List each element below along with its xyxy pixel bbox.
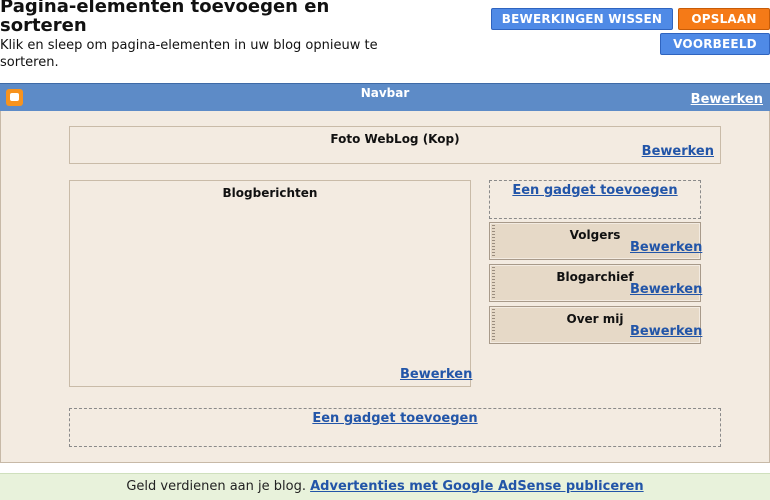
footer-add-gadget-link[interactable]: Een gadget toevoegen (69, 411, 721, 426)
clear-edits-button[interactable]: BEWERKINGEN WISSEN (491, 8, 673, 30)
adsense-message: Geld verdienen aan je blog. Advertenties… (0, 479, 770, 494)
navbar-title: Navbar (360, 86, 410, 100)
blog-posts-gadget[interactable] (69, 180, 471, 387)
page-subtitle: Klik en sleep om pagina-elementen in uw … (0, 38, 378, 70)
header-gadget-title: Foto WebLog (Kop) (330, 132, 460, 146)
blog-posts-edit-link[interactable]: Bewerken (400, 367, 472, 382)
header-gadget-edit-link[interactable]: Bewerken (642, 144, 714, 159)
page-title: Pagina-elementen toevoegen en sorteren (0, 0, 330, 36)
widget-blog-archive-edit-link[interactable]: Bewerken (630, 282, 702, 297)
sidebar-add-gadget-link[interactable]: Een gadget toevoegen (489, 183, 701, 198)
adsense-link[interactable]: Advertenties met Google AdSense publicer… (310, 479, 644, 494)
widget-followers-edit-link[interactable]: Bewerken (630, 240, 702, 255)
save-button[interactable]: OPSLAAN (678, 8, 770, 30)
blog-posts-title: Blogberichten (222, 186, 318, 200)
navbar-edit-link[interactable]: Bewerken (691, 92, 763, 107)
adsense-text: Geld verdienen aan je blog. (126, 479, 306, 494)
preview-button[interactable]: VOORBEELD (660, 33, 770, 55)
widget-about-me-edit-link[interactable]: Bewerken (630, 324, 702, 339)
